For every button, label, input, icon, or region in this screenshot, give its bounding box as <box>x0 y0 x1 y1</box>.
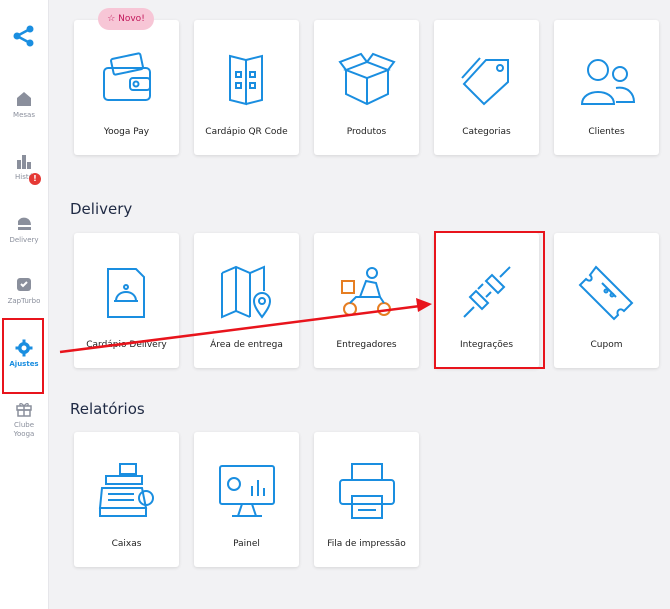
card-caixas[interactable]: Caixas <box>74 432 179 567</box>
card-painel[interactable]: Painel <box>194 432 299 567</box>
ticket-icon <box>578 265 634 321</box>
sidebar-item-label: ZapTurbo <box>7 297 41 305</box>
yooga-logo-icon[interactable] <box>12 24 36 48</box>
sidebar-item-zapturbo[interactable]: ZapTurbo <box>0 276 48 306</box>
highlight-box-ajustes <box>2 318 44 394</box>
wallet-icon <box>103 52 151 101</box>
card-label: Yooga Pay <box>103 127 150 137</box>
card-area-de-entrega[interactable]: Área de entrega <box>194 233 299 368</box>
sidebar-item-delivery[interactable]: Delivery <box>0 215 48 245</box>
sidebar: Mesas Histó ! Delivery ZapTurbo Ajustes … <box>0 0 49 609</box>
sidebar-item-historico[interactable]: Histó ! <box>0 152 48 185</box>
card-label: Categorias <box>462 127 511 137</box>
zapturbo-icon <box>17 278 31 291</box>
new-badge: ☆ Novo! <box>98 8 154 30</box>
box-icon <box>338 52 396 106</box>
alert-badge: ! <box>29 173 41 185</box>
section-title-delivery: Delivery <box>70 200 133 218</box>
card-label: Caixas <box>111 539 142 549</box>
card-yooga-pay[interactable]: Yooga Pay <box>74 20 179 155</box>
gift-icon <box>16 403 32 417</box>
card-label: Painel <box>233 539 260 549</box>
card-label: Entregadores <box>336 340 397 350</box>
card-categorias[interactable]: Categorias <box>434 20 539 155</box>
highlight-box-integracoes <box>434 231 545 369</box>
sidebar-item-label: Delivery <box>9 236 39 244</box>
card-clientes[interactable]: Clientes <box>554 20 659 155</box>
card-label: Cardápio QR Code <box>205 127 288 137</box>
qr-menu-icon <box>229 54 263 106</box>
sidebar-item-mesas[interactable]: Mesas <box>0 90 48 120</box>
map-pin-icon <box>221 265 272 319</box>
card-label: Cupom <box>590 340 623 350</box>
card-label: Clientes <box>588 127 625 137</box>
card-entregadores[interactable]: Entregadores <box>314 233 419 368</box>
delivery-scooter-icon <box>341 267 391 316</box>
sidebar-item-label: Mesas <box>13 111 35 119</box>
cash-register-icon <box>98 463 154 517</box>
home-icon <box>17 92 31 106</box>
users-icon <box>580 59 636 105</box>
card-cupom[interactable]: Cupom <box>554 233 659 368</box>
card-cardapio-delivery[interactable]: Cardápio Delivery <box>74 233 179 368</box>
menu-cloche-icon <box>107 268 145 318</box>
card-label: Fila de impressão <box>327 539 406 549</box>
dashboard-monitor-icon <box>219 465 275 517</box>
card-cardapio-qr-code[interactable]: Cardápio QR Code <box>194 20 299 155</box>
tags-icon <box>461 57 509 106</box>
card-label: Produtos <box>346 127 387 137</box>
sidebar-item-label: Clube Yooga <box>13 421 35 438</box>
delivery-icon <box>18 217 32 230</box>
card-produtos[interactable]: Produtos <box>314 20 419 155</box>
section-title-relatorios: Relatórios <box>70 400 145 418</box>
card-fila-de-impressao[interactable]: Fila de impressão <box>314 432 419 567</box>
printer-icon <box>339 463 395 519</box>
card-label: Área de entrega <box>210 340 283 350</box>
sidebar-item-clube-yooga[interactable]: Clube Yooga <box>0 400 48 439</box>
card-label: Cardápio Delivery <box>86 340 167 350</box>
bar-chart-icon <box>17 155 31 169</box>
